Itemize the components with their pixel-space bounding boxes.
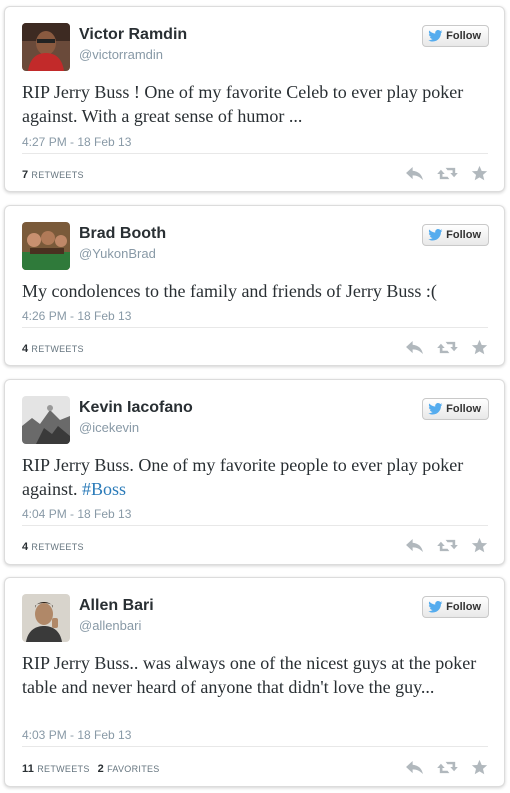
star-icon[interactable] [471,339,488,356]
twitter-bird-icon [428,601,443,613]
user-handle[interactable]: @YukonBrad [79,246,156,261]
retweet-icon[interactable] [437,166,458,181]
retweets-label: RETWEETS [31,542,84,552]
reply-icon[interactable] [405,340,424,355]
hashtag-link[interactable]: #Boss [82,479,126,499]
tweet-stats: 7 RETWEETS [22,169,84,181]
retweets-stat[interactable]: 11 RETWEETS [22,763,90,775]
tweet-timestamp[interactable]: 4:27 PM - 18 Feb 13 [22,135,131,149]
user-handle[interactable]: @icekevin [79,420,139,435]
twitter-bird-icon [428,30,443,42]
user-name[interactable]: Victor Ramdin [79,26,187,44]
retweets-stat[interactable]: 4 RETWEETS [22,343,84,355]
retweets-label: RETWEETS [37,764,90,774]
retweets-count: 4 [22,343,29,355]
user-handle[interactable]: @victorramdin [79,47,163,62]
retweets-stat[interactable]: 4 RETWEETS [22,541,84,553]
retweets-stat[interactable]: 7 RETWEETS [22,169,84,181]
star-icon[interactable] [471,165,488,182]
follow-button[interactable]: Follow [422,596,489,618]
tweet-card: Victor Ramdin @victorramdin Follow RIP J… [4,6,505,192]
user-handle[interactable]: @allenbari [79,618,141,633]
tweet-card: Allen Bari @allenbari Follow RIP Jerry B… [4,577,505,787]
tweet-card: Kevin Iacofano @icekevin Follow RIP Jerr… [4,379,505,565]
retweets-count: 7 [22,169,29,181]
divider [22,153,488,154]
tweet-actions [405,165,488,182]
tweet-text: RIP Jerry Buss. One of my favorite peopl… [22,453,486,501]
user-name[interactable]: Brad Booth [79,225,166,243]
star-icon[interactable] [471,537,488,554]
tweet-timestamp[interactable]: 4:04 PM - 18 Feb 13 [22,507,131,521]
divider [22,746,488,747]
star-icon[interactable] [471,759,488,776]
divider [22,327,488,328]
follow-label: Follow [446,229,481,241]
favorites-count: 2 [97,763,105,775]
follow-label: Follow [446,601,481,613]
favorites-stat[interactable]: 2 FAVORITES [98,763,160,775]
avatar[interactable] [22,23,70,71]
tweet-timestamp[interactable]: 4:26 PM - 18 Feb 13 [22,309,131,323]
tweet-actions [405,537,488,554]
retweets-label: RETWEETS [31,344,84,354]
tweet-stats: 4 RETWEETS [22,343,84,355]
reply-icon[interactable] [405,538,424,553]
twitter-bird-icon [428,403,443,415]
retweets-count: 4 [22,541,29,553]
retweets-label: RETWEETS [31,170,84,180]
retweet-icon[interactable] [437,538,458,553]
user-name[interactable]: Allen Bari [79,597,154,615]
avatar[interactable] [22,396,70,444]
retweet-icon[interactable] [437,760,458,775]
follow-button[interactable]: Follow [422,224,489,246]
tweet-text: My condolences to the family and friends… [22,281,437,301]
favorites-label: FAVORITES [107,764,160,774]
tweet-text: RIP Jerry Buss ! One of my favorite Cele… [22,82,464,126]
divider [22,525,488,526]
reply-icon[interactable] [405,166,424,181]
user-name[interactable]: Kevin Iacofano [79,399,193,417]
tweet-text: RIP Jerry Buss.. was always one of the n… [22,653,477,697]
follow-button[interactable]: Follow [422,398,489,420]
avatar[interactable] [22,594,70,642]
tweet-actions [405,759,488,776]
follow-label: Follow [446,30,481,42]
follow-button[interactable]: Follow [422,25,489,47]
retweets-count: 11 [22,763,35,775]
tweet-actions [405,339,488,356]
tweet-stats: 4 RETWEETS [22,541,84,553]
follow-label: Follow [446,403,481,415]
tweet-stats: 11 RETWEETS 2 FAVORITES [22,763,160,775]
tweet-card: Brad Booth @YukonBrad Follow My condolen… [4,205,505,366]
reply-icon[interactable] [405,760,424,775]
twitter-bird-icon [428,229,443,241]
retweet-icon[interactable] [437,340,458,355]
tweet-timestamp[interactable]: 4:03 PM - 18 Feb 13 [22,728,131,742]
avatar[interactable] [22,222,70,270]
